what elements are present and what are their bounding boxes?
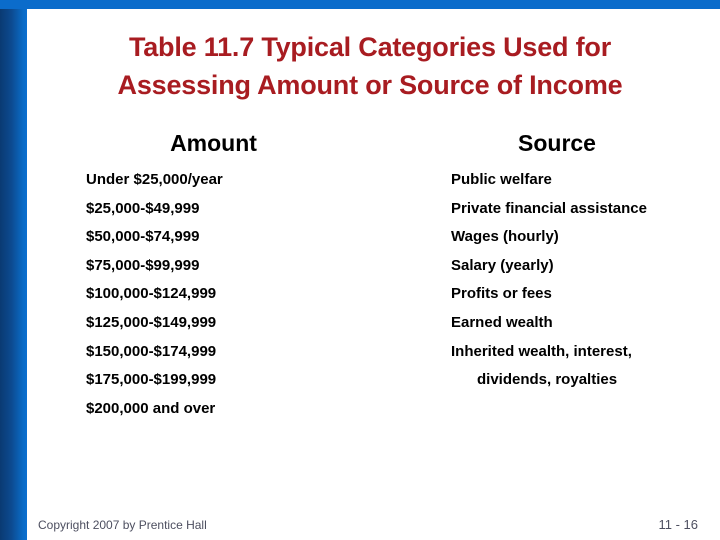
source-column: Source Public welfare Private financial … <box>407 128 707 395</box>
list-item: $75,000-$99,999 <box>86 256 200 274</box>
list-item: $100,000-$124,999 <box>86 285 217 303</box>
column-header-source: Source <box>518 130 596 156</box>
left-accent-band-gradient <box>0 0 27 540</box>
list-item: $175,000-$199,999 <box>86 371 217 389</box>
list-item: $125,000-$149,999 <box>86 313 217 331</box>
list-item: Salary (yearly) <box>451 256 554 274</box>
list-item: Earned wealth <box>451 313 553 331</box>
source-row-list: Public welfare Private financial assista… <box>407 166 707 395</box>
amount-column: Amount Under $25,000/year $25,000-$49,99… <box>72 128 355 423</box>
list-item-line-2: dividends, royalties <box>477 371 618 389</box>
amount-row-list: Under $25,000/year $25,000-$49,999 $50,0… <box>72 166 355 423</box>
list-item: Inherited wealth, interest, dividends, r… <box>425 338 707 395</box>
list-item: $25,000-$49,999 <box>86 199 200 217</box>
list-item: Public welfare <box>451 171 552 188</box>
list-item: Under $25,000/year <box>86 171 223 188</box>
slide-title: Table 11.7 Typical Categories Used for A… <box>40 28 700 104</box>
list-item: $200,000 and over <box>86 399 216 417</box>
list-item: Profits or fees <box>451 285 552 303</box>
list-item: $50,000-$74,999 <box>86 228 200 246</box>
top-accent-band <box>0 0 720 9</box>
left-accent-band <box>0 0 27 540</box>
page-number: 11 - 16 <box>658 517 698 532</box>
slide-title-line-2: Assessing Amount or Source of Income <box>117 70 623 100</box>
list-item: Wages (hourly) <box>451 228 559 246</box>
slide-canvas: Table 11.7 Typical Categories Used for A… <box>0 0 720 540</box>
list-item: $150,000-$174,999 <box>86 342 217 360</box>
column-header-amount: Amount <box>170 130 257 156</box>
list-item: Private financial assistance <box>451 199 647 217</box>
slide-title-line-1: Table 11.7 Typical Categories Used for <box>128 32 612 62</box>
list-item-line-1: Inherited wealth, interest, <box>451 342 632 360</box>
copyright-notice: Copyright 2007 by Prentice Hall <box>38 518 207 532</box>
